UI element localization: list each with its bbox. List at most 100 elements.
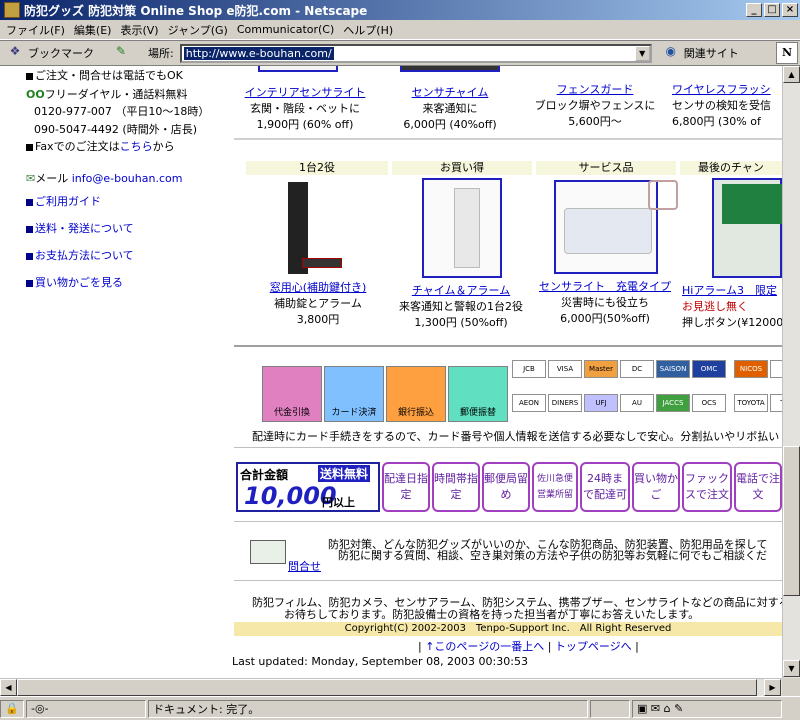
product-sensor-chime: センサチャイム 来客通知に 6,000円 (40%off) [380,84,520,132]
product-image-rechargeable-light[interactable] [554,180,658,274]
product-sensor-light-rechargeable: センサライト 充電タイプ 災害時にも役立ち 6,000円(50%off) [534,278,676,326]
fax-link[interactable]: こちら [120,140,153,153]
product-link[interactable]: ワイヤレスフラッシ [672,81,782,97]
minimize-button[interactable]: _ [746,3,762,17]
maximize-button[interactable]: □ [764,3,780,17]
payment-cod[interactable]: 代金引換 [262,366,322,422]
product-hi-alarm: Hiアラーム3 限定 お見逃し無く 押しボタン(¥12000) [682,282,782,330]
security-lock-icon[interactable]: 🔒 [0,699,24,718]
product-image-rechargeable-stand [648,180,678,210]
product-wireless-flash: ワイヤレスフラッシ センサの検知を受信 6,800円 (30% of [672,81,782,129]
nav-shipping[interactable]: 送料・発送について [26,220,134,236]
card-logo-ufj: UFJ [584,394,618,412]
feature-24h[interactable]: 24時まで配達可 [580,462,630,512]
feature-cart[interactable]: 買い物かご [632,462,680,512]
progress-indicator [590,699,630,718]
product-link[interactable]: センサライト 充電タイプ [534,278,676,294]
mail-link[interactable]: info@e-bouhan.com [72,172,183,185]
payment-card[interactable]: カード決済 [324,366,384,422]
menu-help[interactable]: ヘルプ(H) [343,22,402,38]
product-image-interior-light[interactable] [258,66,338,72]
scroll-down-icon[interactable]: ▼ [783,660,800,677]
page-proxy-icon[interactable]: ✎ [112,44,130,62]
feature-sagawa[interactable]: 佐川急便営業所留 [532,462,578,512]
feature-time-slot[interactable]: 時間帯指定 [432,462,480,512]
component-bar-icon[interactable]: ▣ ✉ ⌂ ✎ [632,699,782,718]
free-dial-icon: OO [26,88,45,101]
product-link[interactable]: フェンスガード [525,81,665,97]
footer-text-2: お待ちしております。防犯設備士の資格を持った担当者が丁寧にお答えいたします。 [284,608,700,621]
menu-view[interactable]: 表示(V) [120,22,167,38]
page-viewport: ご注文・問合せは電話でもOK OOフリーダイヤル・通話料無料 0120-977-… [0,66,782,678]
card-logo-ocs: OCS [692,394,726,412]
related-sites-icon: ◉ [665,44,676,58]
menu-go[interactable]: ジャンプ(G) [168,22,237,38]
menu-edit[interactable]: 編集(E) [74,22,121,38]
card-logo-visa: VISA [548,360,582,378]
window-title: 防犯グッズ 防犯対策 Online Shop e防犯.com - Netscap… [24,3,368,18]
inquiry-text-2: 防犯に関する質問、相談、空き巣対策の方法や子供の防犯等お気軽に何でもご相談くだ [338,549,767,562]
scroll-left-icon[interactable]: ◀ [0,679,17,696]
feature-fax-order[interactable]: ファックスで注文 [682,462,732,512]
title-bar: 防犯グッズ 防犯対策 Online Shop e防犯.com - Netscap… [0,0,800,20]
card-logo-jcb: JCB [512,360,546,378]
scroll-right-icon[interactable]: ▶ [764,679,781,696]
card-logo-diners: DINERS [548,394,582,412]
section-header: 最後のチャン [680,161,782,175]
product-image-chime-alarm[interactable] [422,178,502,278]
vertical-scrollbar[interactable]: ▲ ▼ [782,66,800,678]
connection-icon: -◎- [26,699,146,718]
location-input[interactable]: http://www.e-bouhan.com/ ▼ [179,43,652,63]
nav-home-link[interactable]: トップページへ [555,640,632,653]
product-fence-guard: フェンスガード ブロック塀やフェンスに 5,600円～ [525,81,665,129]
bookmark-button[interactable]: ❖ ブックマーク [6,44,94,62]
nav-page-top-link[interactable]: ↑このページの一番上へ [425,640,544,653]
free-shipping-badge: 送料無料 [318,465,371,482]
menu-file[interactable]: ファイル(F) [6,22,74,38]
payment-bank[interactable]: 銀行振込 [386,366,446,422]
related-sites-button[interactable]: ◉ 関連サイト [662,44,738,62]
product-link[interactable]: 窓用心(補助鍵付き) [250,279,386,295]
inquiry-link[interactable]: 問合せ [288,558,321,574]
card-logo-au: AU [620,394,654,412]
product-link[interactable]: チャイム＆アラーム [390,282,532,298]
status-bar: 🔒 -◎- ドキュメント: 完了。 ▣ ✉ ⌂ ✎ [0,696,800,720]
footer-nav: | ↑このページの一番上へ | トップページへ | [418,640,639,653]
url-text: http://www.e-bouhan.com/ [183,46,334,60]
section-header: サービス品 [536,161,676,175]
product-image-sensor-chime[interactable] [400,66,500,72]
card-logo-saison: SAISON [656,360,690,378]
phone-1: 0120-977-007 （平日10～18時） [34,105,210,118]
product-link[interactable]: センサチャイム [380,84,520,100]
divider [234,447,782,448]
menu-communicator[interactable]: Communicator(C) [237,23,343,36]
bookmark-icon: ❖ [9,44,21,58]
feature-phone-order[interactable]: 電話で注文 [734,462,782,512]
product-image-hi-alarm[interactable] [712,178,782,278]
horizontal-scrollbar[interactable]: ◀ ▶ [0,678,782,696]
netscape-logo: N [776,42,798,64]
product-link[interactable]: インテリアセンサライト [240,84,370,100]
card-logo-toyota: TOYOTA [734,394,768,412]
nav-payment[interactable]: お支払方法について [26,247,134,263]
payment-note: 配達時にカード手続きをするので、カード番号や個人情報を送信する必要なしで安心。分… [252,430,780,443]
fax-line: Faxでのご注文はこちらから [26,138,175,154]
card-logo-master: Master [584,360,618,378]
close-button[interactable]: × [782,3,798,17]
nav-cart[interactable]: 買い物かごを見る [26,274,123,290]
horizontal-scroll-thumb[interactable] [17,679,757,696]
last-updated: Last updated: Monday, September 08, 2003… [232,655,528,668]
card-logo-nicos: NICOS [734,360,768,378]
location-dropdown-arrow-icon[interactable]: ▼ [634,45,650,61]
scroll-up-icon[interactable]: ▲ [783,66,800,83]
card-logo-omc: OMC [692,360,726,378]
inquiry-card-icon[interactable] [250,540,286,564]
product-chime-alarm: チャイム＆アラーム 来客通知と警報の1台2役 1,300円 (50%off) [390,282,532,330]
product-link[interactable]: Hiアラーム3 限定 [682,282,782,298]
mail-line: ✉メール info@e-bouhan.com [26,172,183,185]
payment-postal[interactable]: 郵便振替 [448,366,508,422]
vertical-scroll-thumb[interactable] [783,446,800,596]
feature-post-office[interactable]: 郵便局留め [482,462,530,512]
feature-delivery-date[interactable]: 配達日指定 [382,462,430,512]
nav-guide[interactable]: ご利用ガイド [26,193,101,209]
